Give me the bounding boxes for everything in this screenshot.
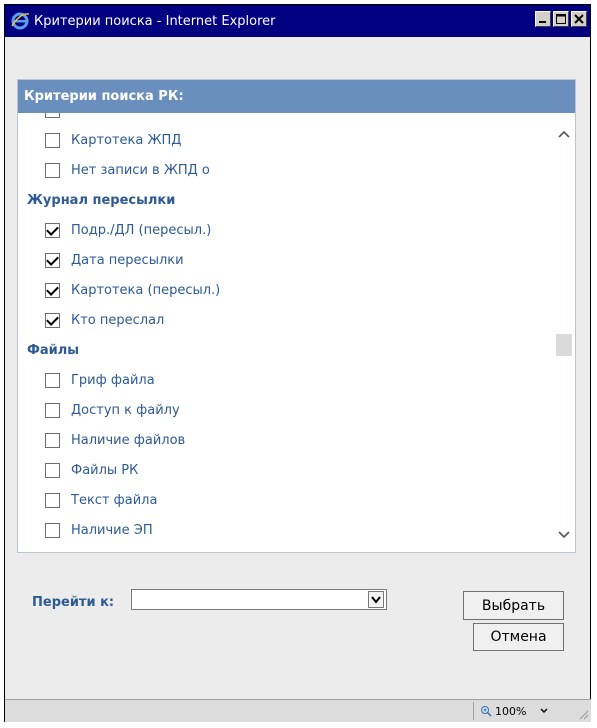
checkbox[interactable] [45, 222, 60, 238]
close-icon [574, 14, 584, 24]
checkbox[interactable] [45, 132, 60, 148]
list-item[interactable]: Кто переслал [18, 305, 553, 335]
zoom-level: 100% [495, 704, 527, 718]
list-item[interactable]: Текст файла [18, 485, 553, 515]
window-controls [535, 11, 587, 27]
select-button[interactable]: Выбрать [463, 591, 564, 620]
list-item[interactable]: Наличие файлов [18, 425, 553, 455]
checkbox[interactable] [45, 162, 60, 178]
maximize-button[interactable] [553, 11, 569, 27]
checkbox[interactable] [45, 402, 60, 418]
scroll-down-icon[interactable] [557, 528, 571, 542]
list-item[interactable]: Гриф файла [18, 365, 553, 395]
list-item[interactable]: Картотека ЖПД [18, 125, 553, 155]
vertical-scrollbar[interactable] [553, 113, 575, 552]
checkbox[interactable] [45, 113, 60, 118]
criteria-list[interactable]: Картотека ЖПД Нет записи в ЖПД о Журнал пе… [18, 113, 553, 552]
dropdown-button[interactable] [368, 591, 384, 608]
checkbox-label: Наличие ЭП [71, 522, 153, 538]
status-bar: 100% [5, 699, 591, 722]
list-item[interactable]: Подр./ДЛ (пересыл.) [18, 215, 553, 245]
checkbox[interactable] [45, 372, 60, 388]
checkbox[interactable] [45, 312, 60, 328]
group-label: Файлы [27, 342, 80, 358]
cancel-button[interactable]: Отмена [473, 623, 564, 651]
group-header: Журнал пересылки [18, 185, 553, 215]
checkbox-label: Наличие файлов [71, 432, 186, 448]
minimize-icon [539, 21, 546, 23]
list-item[interactable]: Картотека (пересыл.) [18, 275, 553, 305]
panel-header: Критерии поиска РК: [18, 80, 575, 113]
goto-label: Перейти к: [32, 595, 115, 610]
group-label: Журнал пересылки [27, 192, 176, 208]
chevron-down-icon [371, 595, 381, 604]
checkbox-label: Дата пересылки [71, 252, 184, 268]
checkbox[interactable] [45, 432, 60, 448]
scrollbar-thumb[interactable] [556, 334, 572, 356]
list-item[interactable]: Дата пересылки [18, 245, 553, 275]
goto-select[interactable] [131, 589, 387, 610]
resize-grip-icon[interactable] [577, 708, 589, 720]
zoom-control[interactable]: 100% [473, 702, 569, 720]
checkbox-label: Доступ к файлу [71, 402, 180, 418]
window-title: Критерии поиска - Internet Explorer [34, 13, 276, 29]
checkbox[interactable] [45, 522, 60, 538]
checkbox-label: Текст файла [71, 492, 158, 508]
checkbox-label: Гриф файла [71, 372, 155, 388]
checkbox-label: Подр./ДЛ (пересыл.) [71, 222, 212, 238]
scroll-up-icon[interactable] [557, 127, 571, 141]
zoom-icon [481, 706, 492, 717]
checkbox-label: Кто переслал [71, 312, 165, 328]
close-button[interactable] [571, 11, 587, 27]
list-item[interactable]: Наличие ЭП [18, 515, 553, 545]
checkbox-label: Нет записи в ЖПД о [71, 162, 210, 178]
maximize-icon [556, 14, 566, 24]
checkbox-label: Картотека (пересыл.) [71, 282, 221, 298]
search-criteria-panel: Критерии поиска РК: Картотека ЖПД Нет зап… [17, 79, 576, 553]
group-header: Файлы [18, 335, 553, 365]
list-item[interactable]: Доступ к файлу [18, 395, 553, 425]
list-item[interactable]: Файлы РК [18, 455, 553, 485]
checkbox[interactable] [45, 492, 60, 508]
checkbox-label: Картотека ЖПД [71, 132, 182, 148]
minimize-button[interactable] [535, 11, 551, 27]
internet-explorer-icon [10, 11, 30, 31]
chevron-down-icon [540, 708, 548, 713]
checkbox[interactable] [45, 282, 60, 298]
title-bar: Критерии поиска - Internet Explorer [5, 5, 590, 37]
checkbox-label: Файлы РК [71, 462, 139, 478]
checkbox[interactable] [45, 462, 60, 478]
list-item[interactable]: Нет записи в ЖПД о [18, 155, 553, 185]
checkbox[interactable] [45, 252, 60, 268]
